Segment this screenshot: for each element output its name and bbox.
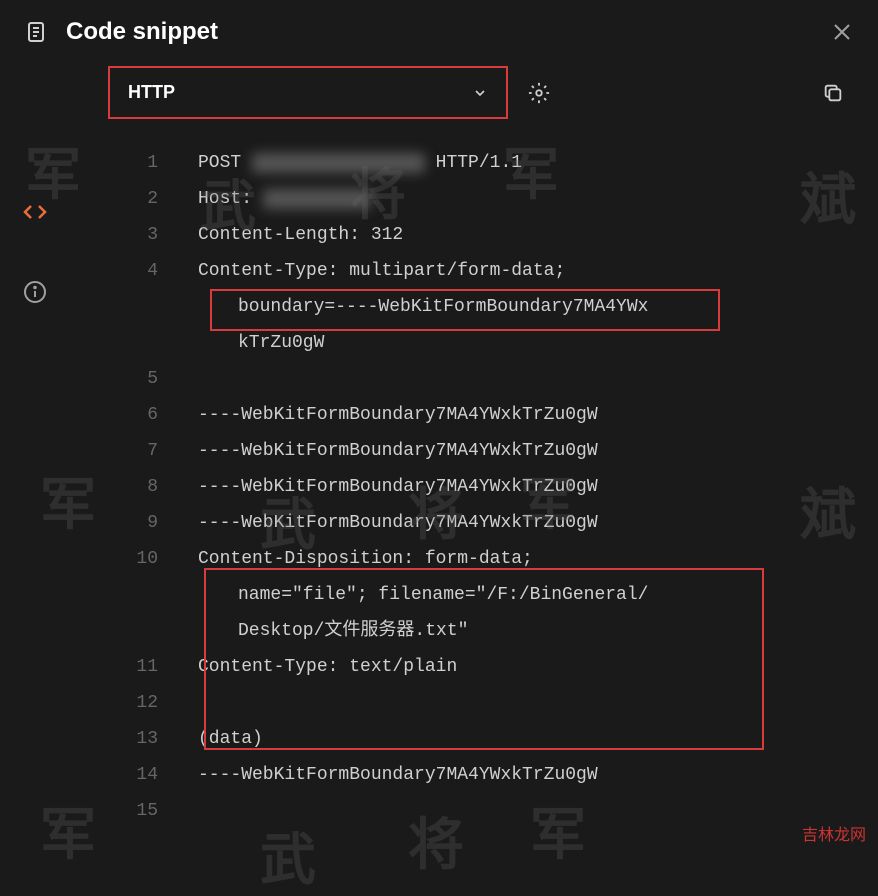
code-line: 15 — [108, 793, 858, 829]
dropdown-label: HTTP — [128, 82, 175, 103]
line-number: 14 — [108, 757, 158, 793]
code-line: 4 Content-Type: multipart/form-data;boun… — [108, 253, 858, 361]
line-number: 2 — [108, 181, 158, 217]
site-watermark: 吉林龙网 — [802, 821, 866, 845]
line-content: POST ████████████████ HTTP/1.1 — [198, 145, 858, 181]
code-line: 9 ----WebKitFormBoundary7MA4YWxkTrZu0gW — [108, 505, 858, 541]
line-number: 11 — [108, 649, 158, 685]
code-line: 7 ----WebKitFormBoundary7MA4YWxkTrZu0gW — [108, 433, 858, 469]
line-content: ----WebKitFormBoundary7MA4YWxkTrZu0gW — [198, 397, 858, 433]
line-content: (data) — [198, 721, 858, 757]
code-area: 1 POST ████████████████ HTTP/1.1 2 Host:… — [0, 145, 878, 829]
line-number: 6 — [108, 397, 158, 433]
line-content: ----WebKitFormBoundary7MA4YWxkTrZu0gW — [198, 469, 858, 505]
line-content: ----WebKitFormBoundary7MA4YWxkTrZu0gW — [198, 757, 858, 793]
code-line: 8 ----WebKitFormBoundary7MA4YWxkTrZu0gW — [108, 469, 858, 505]
header: Code snippet — [0, 0, 878, 58]
line-number: 9 — [108, 505, 158, 541]
line-number: 13 — [108, 721, 158, 757]
code-line: 2 Host: ██████████ — [108, 181, 858, 217]
code-line: 6 ----WebKitFormBoundary7MA4YWxkTrZu0gW — [108, 397, 858, 433]
line-number: 5 — [108, 361, 158, 397]
language-dropdown[interactable]: HTTP — [108, 66, 508, 119]
line-number: 4 — [108, 253, 158, 289]
line-number: 3 — [108, 217, 158, 253]
line-content: ----WebKitFormBoundary7MA4YWxkTrZu0gW — [198, 505, 858, 541]
document-icon — [24, 20, 48, 44]
code-line: 12 — [108, 685, 858, 721]
code-line: 11 Content-Type: text/plain — [108, 649, 858, 685]
line-number: 12 — [108, 685, 158, 721]
copy-button[interactable] — [822, 82, 844, 104]
line-number: 1 — [108, 145, 158, 181]
line-content: Host: ██████████ — [198, 181, 858, 217]
code-line: 10 Content-Disposition: form-data;name="… — [108, 541, 858, 649]
code-line: 14 ----WebKitFormBoundary7MA4YWxkTrZu0gW — [108, 757, 858, 793]
code-line: 1 POST ████████████████ HTTP/1.1 — [108, 145, 858, 181]
line-content: Content-Length: 312 — [198, 217, 858, 253]
close-button[interactable] — [830, 20, 854, 44]
line-content: Content-Disposition: form-data;name="fil… — [198, 541, 858, 649]
line-number: 15 — [108, 793, 158, 829]
line-content: Content-Type: multipart/form-data;bounda… — [198, 253, 858, 361]
page-title: Code snippet — [66, 18, 812, 46]
controls-row: HTTP — [0, 58, 878, 127]
line-number: 8 — [108, 469, 158, 505]
chevron-down-icon — [472, 85, 488, 101]
line-content: Content-Type: text/plain — [198, 649, 858, 685]
code-line: 3 Content-Length: 312 — [108, 217, 858, 253]
line-content: ----WebKitFormBoundary7MA4YWxkTrZu0gW — [198, 433, 858, 469]
settings-button[interactable] — [528, 82, 550, 104]
line-number: 7 — [108, 433, 158, 469]
code-line: 5 — [108, 361, 858, 397]
line-number: 10 — [108, 541, 158, 577]
code-line: 13 (data) — [108, 721, 858, 757]
